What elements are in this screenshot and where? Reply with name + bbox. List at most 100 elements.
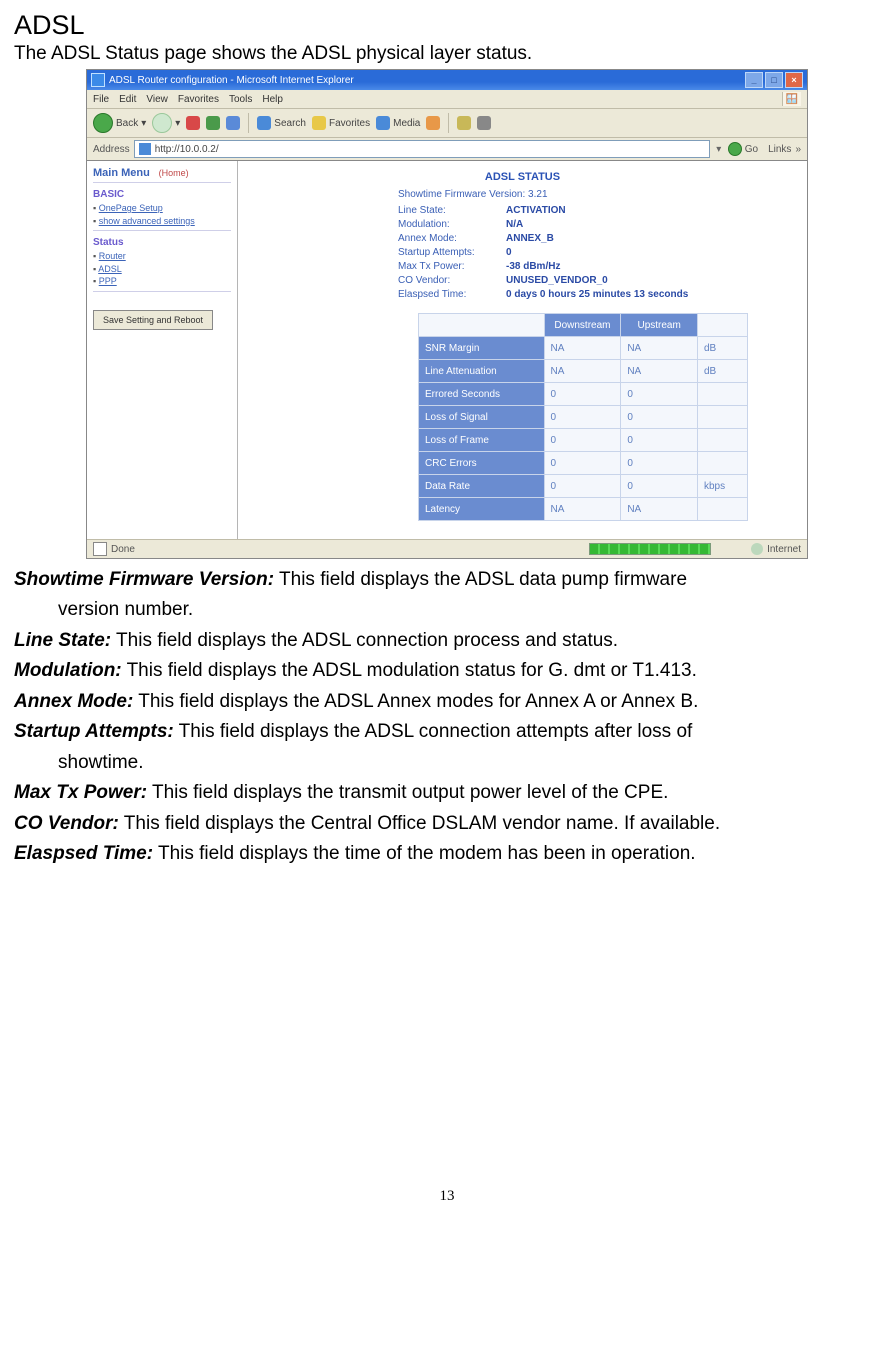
address-input[interactable]: http://10.0.0.2/ (134, 140, 710, 158)
sidebar-item-onepage[interactable]: ▪ OnePage Setup (93, 202, 231, 215)
statusbar: Done Internet (87, 539, 807, 558)
sidebar-item-router[interactable]: ▪ Router (93, 250, 231, 263)
table-row: Line AttenuationNANAdB (419, 360, 748, 383)
def-text: This field displays the time of the mode… (153, 843, 696, 864)
definitions-list: Showtime Firmware Version: This field di… (14, 565, 880, 868)
toolbar: Back ▾ ▾ Search Favorites Media (87, 109, 807, 138)
page-body: Main Menu (Home) BASIC ▪ OnePage Setup ▪… (87, 161, 807, 539)
chevron-icon: » (795, 144, 801, 155)
internet-icon (751, 543, 763, 555)
def-text: This field displays the ADSL data pump f… (274, 569, 687, 590)
menu-help[interactable]: Help (262, 94, 283, 105)
menu-edit[interactable]: Edit (119, 94, 136, 105)
menu-file[interactable]: File (93, 94, 109, 105)
print-icon[interactable] (477, 116, 491, 130)
def-term: Elaspsed Time: (14, 843, 153, 864)
def-term: Startup Attempts: (14, 721, 174, 742)
window-title: ADSL Router configuration - Microsoft In… (109, 75, 743, 86)
section-heading: ADSL (14, 10, 880, 41)
status-internet: Internet (767, 544, 801, 555)
forward-icon (152, 113, 172, 133)
def-term: Modulation: (14, 660, 122, 681)
def-term: Annex Mode: (14, 691, 133, 712)
dropdown-icon: ▾ (175, 118, 180, 129)
def-text: This field displays the transmit output … (147, 782, 668, 803)
table-blank-header (419, 314, 545, 337)
browser-screenshot: ADSL Router configuration - Microsoft In… (86, 69, 808, 559)
close-button[interactable]: × (785, 72, 803, 88)
mail-icon[interactable] (457, 116, 471, 130)
table-row: SNR MarginNANAdB (419, 337, 748, 360)
status-done: Done (111, 544, 135, 555)
address-url: http://10.0.0.2/ (155, 144, 219, 155)
col-upstream: Upstream (621, 314, 698, 337)
links-label[interactable]: Links (768, 144, 791, 155)
sidebar-item-advanced[interactable]: ▪ show advanced settings (93, 215, 231, 228)
status-title: ADSL STATUS (248, 171, 797, 183)
history-icon[interactable] (426, 116, 440, 130)
page-icon (139, 143, 151, 155)
sidebar-item-adsl[interactable]: ▪ ADSL (93, 263, 231, 276)
field-row: Max Tx Power:-38 dBm/Hz (398, 261, 797, 275)
def-cont: showtime. (58, 748, 880, 777)
menu-view[interactable]: View (146, 94, 168, 105)
def-text: This field displays the ADSL connection … (174, 721, 693, 742)
table-row: Data Rate00kbps (419, 475, 748, 498)
def-term: Max Tx Power: (14, 782, 147, 803)
progress-bar (589, 543, 711, 555)
menu-favorites[interactable]: Favorites (178, 94, 219, 105)
field-row: Startup Attempts:0 (398, 247, 797, 261)
field-row: Modulation:N/A (398, 219, 797, 233)
star-icon (312, 116, 326, 130)
back-label: Back (116, 118, 138, 129)
status-header: Status (93, 237, 231, 248)
save-reboot-button[interactable]: Save Setting and Reboot (93, 310, 213, 330)
def-cont: version number. (58, 595, 880, 624)
col-unit (697, 314, 747, 337)
stop-icon[interactable] (186, 116, 200, 130)
def-term: Showtime Firmware Version: (14, 569, 274, 590)
home-link[interactable]: (Home) (159, 168, 189, 178)
dropdown-icon: ▾ (141, 118, 146, 129)
ie-icon (91, 73, 105, 87)
search-icon (257, 116, 271, 130)
minimize-button[interactable]: _ (745, 72, 763, 88)
table-row: CRC Errors00 (419, 452, 748, 475)
def-term: Line State: (14, 630, 111, 651)
search-button[interactable]: Search (257, 116, 306, 130)
address-bar: Address http://10.0.0.2/ ▾ Go Links » (87, 138, 807, 161)
media-label: Media (393, 118, 420, 129)
forward-button[interactable]: ▾ (152, 113, 180, 133)
def-text: This field displays the ADSL connection … (111, 630, 618, 651)
menubar: File Edit View Favorites Tools Help 🪟 (87, 90, 807, 109)
media-button[interactable]: Media (376, 116, 420, 130)
go-button[interactable]: Go (728, 142, 758, 156)
page-number: 13 (14, 1188, 880, 1205)
sidebar-item-ppp[interactable]: ▪ PPP (93, 275, 231, 288)
go-icon (728, 142, 742, 156)
address-dropdown-icon[interactable]: ▾ (714, 144, 724, 155)
favorites-button[interactable]: Favorites (312, 116, 370, 130)
def-text: This field displays the Central Office D… (119, 813, 720, 834)
home-icon[interactable] (226, 116, 240, 130)
main-content: ADSL STATUS Showtime Firmware Version: 3… (238, 161, 807, 539)
field-row: Annex Mode:ANNEX_B (398, 233, 797, 247)
back-button[interactable]: Back ▾ (93, 113, 146, 133)
windows-logo-icon: 🪟 (782, 92, 801, 106)
sidebar: Main Menu (Home) BASIC ▪ OnePage Setup ▪… (87, 161, 238, 539)
media-icon (376, 116, 390, 130)
intro-text: The ADSL Status page shows the ADSL phys… (14, 43, 880, 65)
table-row: LatencyNANA (419, 498, 748, 521)
favorites-label: Favorites (329, 118, 370, 129)
address-label: Address (93, 144, 130, 155)
search-label: Search (274, 118, 306, 129)
table-row: Loss of Signal00 (419, 406, 748, 429)
maximize-button[interactable]: □ (765, 72, 783, 88)
def-text: This field displays the ADSL modulation … (122, 660, 697, 681)
table-row: Errored Seconds00 (419, 383, 748, 406)
menu-tools[interactable]: Tools (229, 94, 252, 105)
field-row: CO Vendor:UNUSED_VENDOR_0 (398, 275, 797, 289)
refresh-icon[interactable] (206, 116, 220, 130)
field-row: Line State:ACTIVATION (398, 205, 797, 219)
done-icon (93, 542, 107, 556)
